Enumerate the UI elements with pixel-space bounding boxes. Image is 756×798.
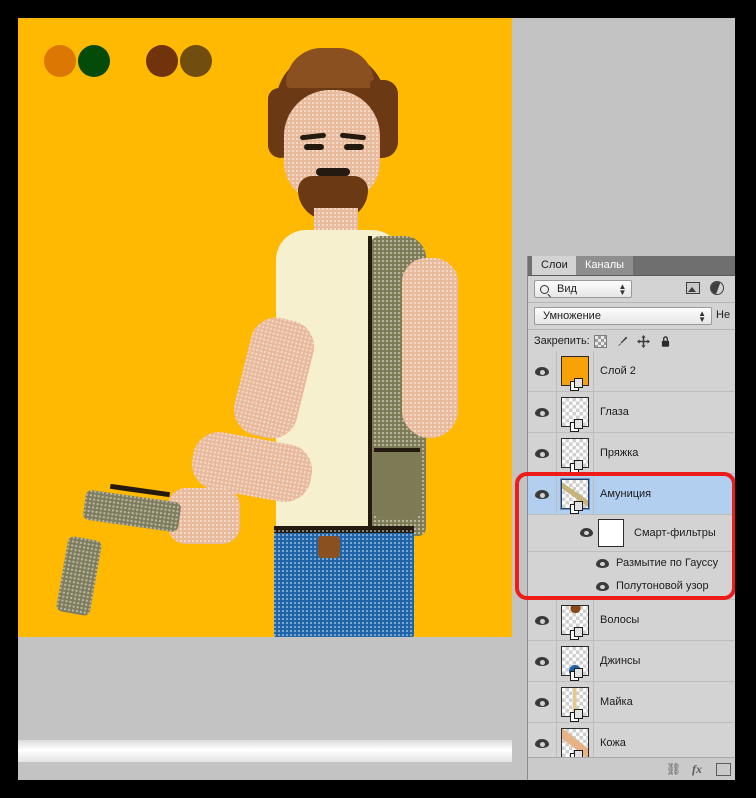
layer-row-sloy-2[interactable]: Слой 2 xyxy=(528,351,737,392)
layer-row-mayka[interactable]: Майка xyxy=(528,682,737,723)
smart-object-badge-icon xyxy=(570,627,585,641)
eye-icon[interactable] xyxy=(535,698,549,707)
layers-panel: Слои Каналы Вид ▲▼ Умножение ▲▼ Не Закре… xyxy=(527,256,737,780)
layer-thumbnail-cell[interactable] xyxy=(557,682,594,722)
smart-object-badge-icon xyxy=(570,378,585,392)
search-icon xyxy=(540,285,549,294)
lock-label: Закрепить: xyxy=(534,335,590,347)
swatch-yellow xyxy=(112,45,144,77)
layer-filter-row: Вид ▲▼ xyxy=(528,276,737,303)
smart-object-badge-icon xyxy=(570,709,585,723)
smart-filter-mask-thumbnail[interactable] xyxy=(598,519,624,547)
fx-icon[interactable]: fx xyxy=(692,762,702,777)
layer-visibility-cell[interactable] xyxy=(528,682,557,722)
layer-name: Волосы xyxy=(600,614,639,626)
eye-icon[interactable] xyxy=(535,616,549,625)
eye-icon[interactable] xyxy=(596,559,609,568)
smart-filters-label: Смарт-фильтры xyxy=(634,527,716,539)
layers-panel-footer: ⛓ fx xyxy=(528,757,737,780)
link-layers-icon[interactable]: ⛓ xyxy=(666,762,681,776)
brush-lock-icon[interactable] xyxy=(616,335,629,348)
tab-layers[interactable]: Слои xyxy=(532,256,577,275)
smart-filter-name: Полутоновой узор xyxy=(616,580,709,592)
document-bottom-strip xyxy=(18,740,512,762)
layer-list[interactable]: Слой 2 Глаза Пряжка xyxy=(528,351,737,758)
layer-name: Слой 2 xyxy=(600,365,636,377)
smart-filter-item-halftone-pattern[interactable]: Полутоновой узор xyxy=(528,575,737,600)
eye-icon[interactable] xyxy=(596,582,609,591)
layer-thumbnail-cell[interactable] xyxy=(557,474,594,514)
layer-row-volosy[interactable]: Волосы xyxy=(528,600,737,641)
image-filter-icon[interactable] xyxy=(686,282,700,294)
layer-thumbnail-cell[interactable] xyxy=(557,351,594,391)
blend-mode-value: Умножение xyxy=(543,310,601,322)
blend-mode-select[interactable]: Умножение ▲▼ xyxy=(534,307,712,325)
screenshot-root: Слои Каналы Вид ▲▼ Умножение ▲▼ Не Закре… xyxy=(0,0,756,798)
swatch-orange xyxy=(44,45,76,77)
smart-object-badge-icon xyxy=(570,419,585,433)
layer-row-dzhinsy[interactable]: Джинсы xyxy=(528,641,737,682)
adjustment-filter-icon[interactable] xyxy=(710,281,724,295)
eye-icon[interactable] xyxy=(535,657,549,666)
transparency-lock-icon[interactable] xyxy=(594,335,607,348)
layer-row-amunitsiya[interactable]: Амуниция xyxy=(528,474,737,515)
right-edge-mask xyxy=(735,0,756,798)
layer-thumbnail-cell[interactable] xyxy=(557,433,594,473)
smart-object-badge-icon xyxy=(570,501,585,515)
swatch-brown xyxy=(146,45,178,77)
layer-row-glaza[interactable]: Глаза xyxy=(528,392,737,433)
eye-icon[interactable] xyxy=(535,449,549,458)
smart-object-badge-icon xyxy=(570,668,585,682)
image-canvas[interactable] xyxy=(18,18,512,637)
layer-visibility-cell[interactable] xyxy=(528,641,557,681)
eye-icon[interactable] xyxy=(535,490,549,499)
layer-visibility-cell[interactable] xyxy=(528,474,557,514)
panel-tab-bar: Слои Каналы xyxy=(528,256,737,276)
eye-icon[interactable] xyxy=(580,528,593,537)
eye-icon[interactable] xyxy=(535,739,549,748)
layer-thumbnail-cell[interactable] xyxy=(557,641,594,681)
opacity-label: Не xyxy=(716,309,730,321)
add-mask-icon[interactable] xyxy=(716,763,731,776)
layer-name: Пряжка xyxy=(600,447,638,459)
chevron-updown-icon[interactable]: ▲▼ xyxy=(698,311,706,323)
smart-object-badge-icon xyxy=(570,460,585,474)
layer-visibility-cell[interactable] xyxy=(528,433,557,473)
layer-visibility-cell[interactable] xyxy=(528,392,557,432)
layer-name: Джинсы xyxy=(600,655,640,667)
eye-icon[interactable] xyxy=(535,408,549,417)
layer-row-pryazhka[interactable]: Пряжка xyxy=(528,433,737,474)
layer-thumbnail-cell[interactable] xyxy=(557,392,594,432)
layer-visibility-cell[interactable] xyxy=(528,351,557,391)
eye-icon[interactable] xyxy=(535,367,549,376)
all-lock-icon[interactable] xyxy=(659,335,672,348)
blend-mode-row: Умножение ▲▼ Не xyxy=(528,303,737,330)
filter-kind-select[interactable]: Вид ▲▼ xyxy=(534,280,632,298)
tab-channels[interactable]: Каналы xyxy=(576,256,633,275)
layer-name: Майка xyxy=(600,696,633,708)
smart-filter-item-gaussian-blur[interactable]: Размытие по Гауссу xyxy=(528,552,737,575)
chevron-updown-icon[interactable]: ▲▼ xyxy=(618,284,627,296)
layer-row-kozha[interactable]: Кожа xyxy=(528,723,737,758)
artwork-illustration xyxy=(18,18,512,637)
bottom-edge-mask xyxy=(0,780,756,798)
swatch-dark-green xyxy=(78,45,110,77)
layer-name: Глаза xyxy=(600,406,629,418)
layer-visibility-cell[interactable] xyxy=(528,600,557,640)
layer-visibility-cell[interactable] xyxy=(528,723,557,758)
filter-kind-value: Вид xyxy=(557,283,577,295)
move-lock-icon[interactable] xyxy=(637,335,650,348)
layer-thumbnail-cell[interactable] xyxy=(557,723,594,758)
smart-filters-row[interactable]: Смарт-фильтры xyxy=(528,515,737,552)
layer-thumbnail-cell[interactable] xyxy=(557,600,594,640)
layer-name: Амуниция xyxy=(600,488,651,500)
smart-filter-name: Размытие по Гауссу xyxy=(616,557,718,569)
swatch-dark-brown xyxy=(180,45,212,77)
layer-name: Кожа xyxy=(600,737,626,749)
